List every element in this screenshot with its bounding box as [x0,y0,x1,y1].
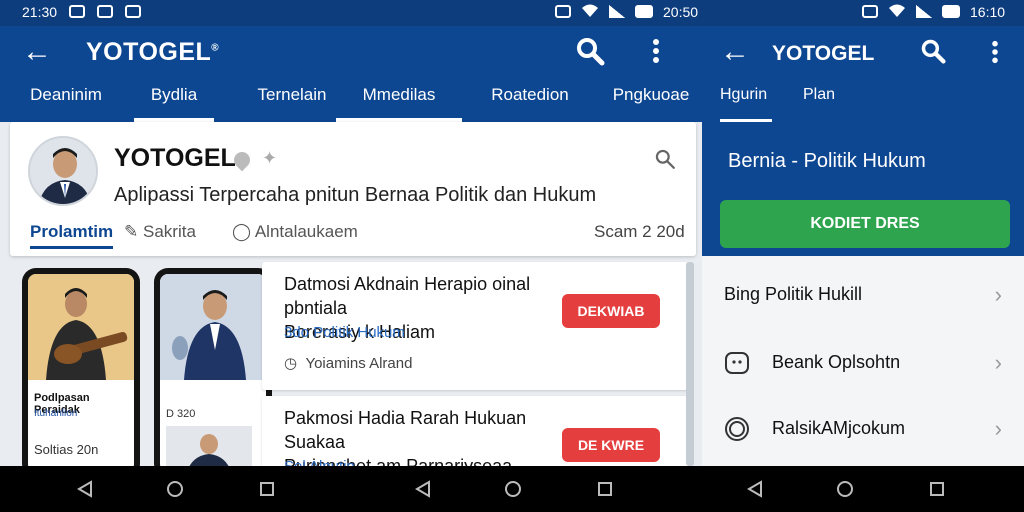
phone-footer: Soltias 20n [34,442,99,457]
side-list-item[interactable]: Beank Oplsohtn › [702,328,1024,394]
post-title-line: Pakmosi Hadia Rarah Hukuan Suakaa [284,408,527,452]
notification-icon [69,5,86,18]
battery-icon [942,5,960,18]
search-icon[interactable] [920,38,946,69]
dots-box-icon [725,352,749,374]
profile-date: Scam 2 20d [594,222,685,241]
clock-icon: ◷ [284,355,298,372]
nav-home-icon[interactable] [504,480,522,498]
battery-icon [635,5,653,18]
cta-button[interactable]: KODIET DRES [720,200,1010,248]
phone-card[interactable]: D 320 [154,268,272,478]
post-meta: ◷ Yoiamins Alrand [284,354,412,372]
nav-home-icon[interactable] [166,480,184,498]
alarm-icon [862,5,878,18]
side-app-bar: ← YOTOGEL Hgurin Plan Bernia - Politik H… [702,26,1024,256]
search-icon[interactable] [654,148,676,175]
tab-mmedilas[interactable]: Mmedilas [336,80,462,122]
side-list-item[interactable]: RalsikAMjcokum › [702,394,1024,460]
side-list-label: Beank Oplsohtn [772,352,901,372]
scrollbar[interactable] [686,262,694,466]
post-action-button[interactable]: DEKWIAB [562,294,660,328]
post-meta-text: Yoiamins Alrand [305,355,413,372]
status-time-mid: 20:50 [663,4,699,20]
nav-recents-icon[interactable] [928,480,946,498]
circle-icon [725,417,749,441]
tab-deaninim[interactable]: Deaninim [16,80,116,122]
profile-tab-sakrita[interactable]: ✎ Sakrita [124,222,196,242]
nav-recents-icon[interactable] [596,480,614,498]
chevron-right-icon: › [994,282,1002,307]
person-guitar-image [28,274,134,380]
feed: Podlpasan Peraidak Ituhanlion Soltias 20… [10,262,696,512]
edit-icon: ✎ [124,222,139,241]
app-title: YOTOGEL® [86,38,219,67]
nav-bar [0,466,1024,512]
signal-icon [609,5,625,18]
alarm-icon [555,5,571,18]
person-mic-image [160,274,266,380]
tab-bydlia[interactable]: Bydlia [134,80,214,122]
side-list-label: Bing Politik Hukill [724,284,863,304]
wifi-icon [581,4,599,21]
status-time-left: 21:30 [22,4,58,20]
profile-tab-alntalaukaem[interactable]: ◯ Alntalaukaem [232,222,358,242]
phone-sub: D 320 [166,408,196,420]
phone-sub: Ituhanlion [34,408,78,419]
back-arrow-icon[interactable]: ← [22,36,52,68]
side-list-label: RalsikAMjcokum [772,418,906,438]
registered-mark: ® [211,42,220,54]
phone-screen: D 320 [160,274,266,472]
status-time-right: 16:10 [970,4,1006,20]
profile-name: YOTOGEL [114,144,236,172]
chevron-right-icon: › [994,416,1002,441]
tab-ternelain[interactable]: Ternelain [242,80,342,122]
wifi-icon [888,4,906,21]
app-title-text: YOTOGEL [86,38,212,66]
chevron-right-icon: › [994,350,1002,375]
profile-card: YOTOGEL ✦ Aplipassi Terpercaha pnitun Be… [10,122,696,256]
post-action-button[interactable]: DE KWRE [562,428,660,462]
side-list-item[interactable]: Bing Politik Hukill › [702,260,1024,326]
profile-tab-label: Sakrita [142,222,196,241]
nav-home-icon[interactable] [836,480,854,498]
tab-roatedion[interactable]: Roatedion [482,80,578,122]
comment-icon: ◯ [232,222,252,241]
notification-icon [97,5,114,18]
side-section-title: Bernia - Politik Hukum [728,150,926,172]
side-tab-hgurin[interactable]: Hgurin [720,86,772,122]
post-card[interactable]: Datmosi Akdnain Herapio oinal pbntiala B… [262,262,688,390]
phone-screen: Podlpasan Peraidak Ituhanlion Soltias 20… [28,274,134,472]
avatar [28,136,98,206]
status-bar: 21:30 20:50 16:10 [0,0,1024,26]
phone-card[interactable]: Podlpasan Peraidak Ituhanlion Soltias 20… [22,268,140,478]
signal-icon [916,5,932,18]
side-app-title: YOTOGEL [772,42,875,65]
screen: 21:30 20:50 16:10 ← YOTOGEL® Deaninim By… [0,0,1024,512]
nav-back-icon[interactable] [414,480,432,498]
notification-icon [125,5,142,18]
side-list: Bing Politik Hukill › Beank Oplsohtn › R… [702,256,1024,466]
main-tab-bar: Deaninim Bydlia Ternelain Mmedilas Roate… [0,80,702,122]
back-arrow-icon[interactable]: ← [720,36,750,68]
tab-pngkuoae[interactable]: Pngkuoae [604,80,698,122]
post-title-line: Datmosi Akdnain Herapio oinal pbntiala [284,274,531,318]
more-vert-icon[interactable] [652,38,660,69]
profile-tagline: Aplipassi Terpercaha pnitun Bernaa Polit… [114,184,597,206]
profile-tab-label: Alntalaukaem [254,222,358,241]
pin-icon: ✦ [262,148,278,168]
search-icon[interactable] [575,36,605,71]
more-vert-icon[interactable] [991,40,999,69]
profile-tab-prolamtim[interactable]: Prolamtim [30,222,114,249]
post-category[interactable]: 3do Politik Hukum [284,324,405,341]
nav-back-icon[interactable] [76,480,94,498]
nav-back-icon[interactable] [746,480,764,498]
side-tab-plan[interactable]: Plan [803,86,843,122]
nav-recents-icon[interactable] [258,480,276,498]
app-bar: ← YOTOGEL® Deaninim Bydlia Ternelain Mme… [0,26,702,122]
